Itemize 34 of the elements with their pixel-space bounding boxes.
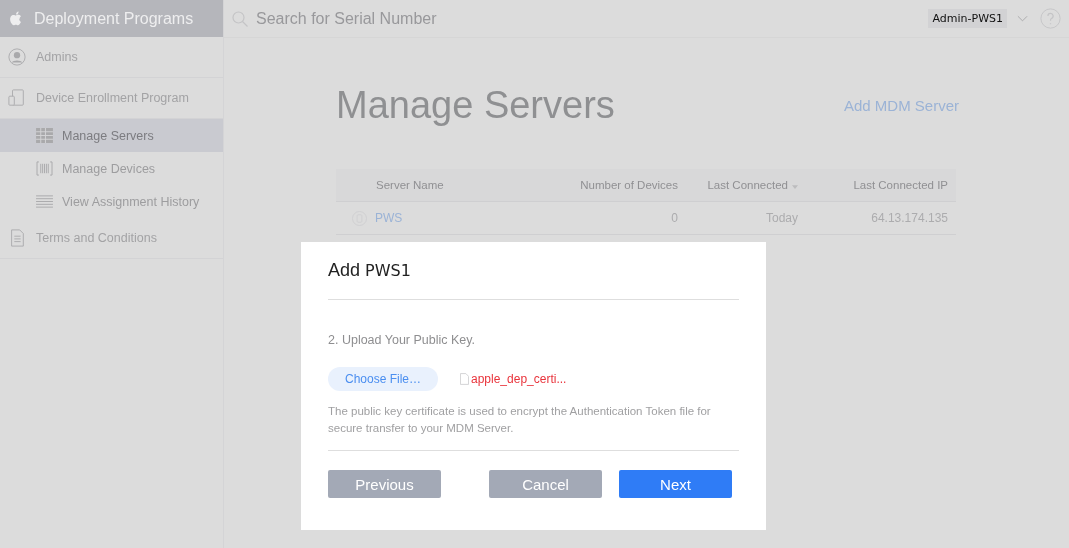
file-icon bbox=[460, 373, 469, 385]
sidebar-subitem[interactable]: View Assignment History bbox=[0, 185, 223, 218]
file-name: apple_dep_certi... bbox=[471, 372, 567, 386]
step-title: 2. Upload Your Public Key. bbox=[328, 333, 477, 347]
choose-file-button[interactable]: Choose File… bbox=[328, 367, 438, 391]
search-icon bbox=[232, 10, 248, 27]
help-icon[interactable] bbox=[1040, 8, 1061, 29]
list-icon bbox=[36, 194, 53, 209]
description-text: The public key certificate is used to encrypt the Authentication Token file for secure transfer to your MDM Server. bbox=[328, 403, 739, 451]
chevron-down-icon[interactable] bbox=[1017, 14, 1028, 23]
sidebar-item[interactable]: Admins bbox=[0, 37, 223, 78]
add-server-link[interactable]: Add MDM Server bbox=[843, 97, 959, 114]
apple-logo-icon bbox=[9, 10, 24, 27]
sidebar-subitem[interactable]: Manage Servers bbox=[0, 119, 223, 152]
column-header[interactable]: Number of Devices bbox=[580, 179, 678, 191]
sidebar-item[interactable]: Terms and Conditions bbox=[0, 218, 223, 259]
devices-icon bbox=[8, 89, 26, 107]
person-icon bbox=[8, 48, 26, 66]
page-title: Manage Servers bbox=[336, 84, 615, 127]
barcode-icon bbox=[36, 161, 53, 176]
server-link[interactable]: PWS bbox=[375, 211, 403, 225]
column-header[interactable]: Last Connected IP bbox=[853, 179, 948, 191]
dialog-title: Add PWS1 bbox=[328, 242, 739, 300]
app-title: Deployment Programs bbox=[34, 9, 194, 28]
account-menu[interactable]: Admin-PWS1 bbox=[928, 9, 1007, 28]
dialog-button[interactable]: Cancel bbox=[489, 470, 602, 498]
search-field[interactable]: Search for Serial Number bbox=[256, 9, 556, 28]
sidebar-subitem[interactable]: Manage Devices bbox=[0, 152, 223, 185]
sorted-column-header[interactable]: Last Connected bbox=[707, 179, 798, 191]
column-header[interactable]: Server Name bbox=[376, 179, 444, 191]
dialog-button[interactable]: Previous bbox=[328, 470, 441, 498]
next-button[interactable]: Next bbox=[619, 470, 732, 498]
grid-icon bbox=[36, 128, 53, 143]
document-icon bbox=[8, 229, 26, 247]
